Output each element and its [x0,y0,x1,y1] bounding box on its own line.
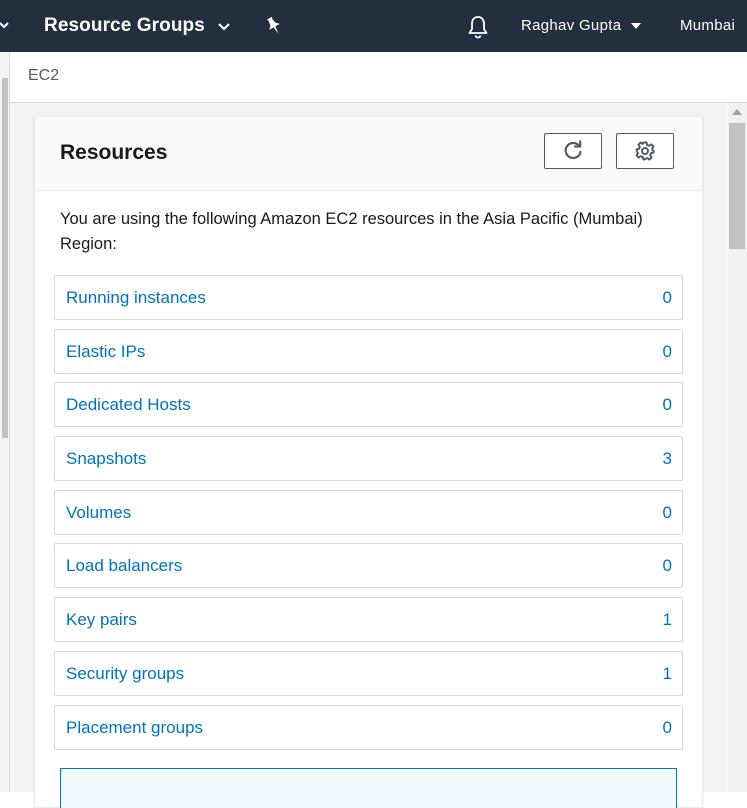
intro-text: You are using the following Amazon EC2 r… [60,210,643,253]
resource-count[interactable]: 0 [663,288,672,308]
gear-icon [635,141,655,161]
user-name: Raghav Gupta [521,17,622,34]
resource-count[interactable]: 1 [663,610,672,630]
resource-item-volumes[interactable]: Volumes 0 [54,489,683,535]
chevron-down-icon[interactable] [0,18,10,32]
panel-title: Resources [60,141,168,164]
resource-name[interactable]: Security groups [66,664,184,684]
resource-name[interactable]: Placement groups [66,718,203,738]
resource-name[interactable]: Load balancers [66,556,182,576]
scroll-up-arrow-icon[interactable] [732,109,742,115]
region-selector[interactable]: Mumbai [680,17,735,34]
refresh-button[interactable] [544,133,602,169]
breadcrumb-ec2[interactable]: EC2 [28,67,59,85]
resource-item-security-groups[interactable]: Security groups 1 [54,650,683,696]
resource-item-load-balancers[interactable]: Load balancers 0 [54,543,683,589]
resource-item-key-pairs[interactable]: Key pairs 1 [54,597,683,643]
user-menu[interactable]: Raghav Gupta [521,17,642,34]
resource-count[interactable]: 0 [663,342,672,362]
resource-item-running-instances[interactable]: Running instances 0 [54,275,683,320]
resource-groups-menu[interactable]: Resource Groups [44,14,231,38]
resource-name[interactable]: Key pairs [66,610,137,630]
resource-item-elastic-ips[interactable]: Elastic IPs 0 [54,328,683,374]
resource-count[interactable]: 0 [663,718,672,738]
resource-item-snapshots[interactable]: Snapshots 3 [54,436,683,482]
settings-button[interactable] [616,133,674,169]
page-scrollbar[interactable] [727,103,747,792]
resource-count[interactable]: 0 [663,556,672,576]
resource-name[interactable]: Running instances [66,288,206,308]
info-alert-box [60,768,677,808]
resources-panel: Resources You are using the following Am… [34,116,703,808]
pin-icon[interactable] [264,15,284,37]
resource-name[interactable]: Volumes [66,503,131,523]
resource-item-dedicated-hosts[interactable]: Dedicated Hosts 0 [54,382,683,428]
resource-name[interactable]: Dedicated Hosts [66,395,191,415]
resource-groups-label: Resource Groups [44,15,205,36]
refresh-icon [564,140,582,160]
resource-item-placement-groups[interactable]: Placement groups 0 [54,704,683,750]
resource-list: Running instances 0 Elastic IPs 0 Dedica… [54,275,683,758]
bell-icon[interactable] [466,14,490,40]
resource-count[interactable]: 0 [663,503,672,523]
resource-count[interactable]: 3 [663,449,672,469]
scrollbar-thumb[interactable] [729,123,745,249]
panel-header: Resources [35,117,702,191]
resource-count[interactable]: 1 [663,664,672,684]
caret-down-icon [631,22,642,29]
resource-count[interactable]: 0 [663,395,672,415]
top-navigation-bar: Resource Groups Raghav Gupta Mumbai [0,0,747,52]
resource-name[interactable]: Elastic IPs [66,342,145,362]
resource-name[interactable]: Snapshots [66,449,146,469]
sidebar-scrollbar-thumb[interactable] [2,78,8,438]
breadcrumb-bar [0,52,747,103]
chevron-down-icon [218,23,230,31]
